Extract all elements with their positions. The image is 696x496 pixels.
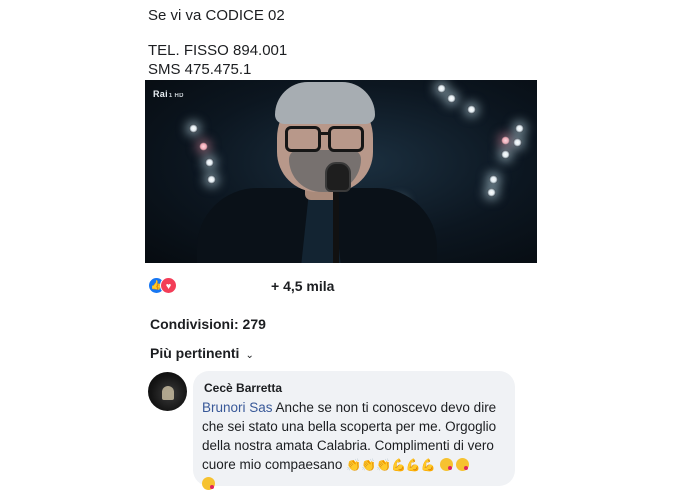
stage-light — [501, 136, 510, 145]
stage-light — [513, 138, 522, 147]
flexed-biceps-icon: 💪 — [420, 458, 436, 472]
channel-logo: Rai1 HD — [153, 89, 184, 99]
comment-mention[interactable]: Brunori Sas — [202, 400, 273, 415]
stage-light — [489, 175, 498, 184]
post-text: Se vi va CODICE 02 TEL. FISSO 894.001 SM… — [148, 6, 287, 79]
clapping-hands-icon: 👏 — [375, 458, 391, 472]
stage-light — [501, 150, 510, 159]
sort-label: Più pertinenti — [150, 345, 240, 361]
stage-light — [487, 188, 496, 197]
comment-author[interactable]: Cecè Barretta — [204, 381, 282, 395]
microphone-icon — [325, 162, 351, 192]
singer-image — [197, 80, 457, 263]
stage-light — [467, 105, 476, 114]
reaction-count[interactable]: + 4,5 mila — [271, 278, 334, 294]
comment-text: Brunori Sas Anche se non ti conoscevo de… — [202, 398, 514, 493]
post-line-code: Se vi va CODICE 02 — [148, 7, 285, 24]
face-blowing-kiss-icon — [439, 458, 453, 471]
chevron-down-icon: ⌄ — [245, 350, 254, 361]
flexed-biceps-icon: 💪 — [390, 458, 406, 472]
comment-bubble: Cecè Barretta Brunori Sas Anche se non t… — [193, 371, 515, 490]
stage-light — [515, 124, 524, 133]
flexed-biceps-icon: 💪 — [405, 458, 421, 472]
shares-count[interactable]: Condivisioni: 279 — [150, 316, 266, 332]
avatar[interactable] — [148, 372, 187, 411]
clapping-hands-icon: 👏 — [361, 458, 376, 472]
post-line-sms: SMS 475.475.1 — [148, 61, 252, 78]
face-blowing-kiss-icon — [202, 477, 215, 490]
post-video[interactable]: Rai1 HD — [145, 80, 537, 263]
comments-sort-dropdown[interactable]: Più pertinenti ⌄ — [150, 345, 254, 361]
face-blowing-kiss-icon — [456, 458, 470, 471]
love-icon: ♥ — [160, 277, 177, 294]
post-line-phone: TEL. FISSO 894.001 — [148, 42, 288, 59]
clapping-hands-icon: 👏 — [346, 458, 362, 472]
